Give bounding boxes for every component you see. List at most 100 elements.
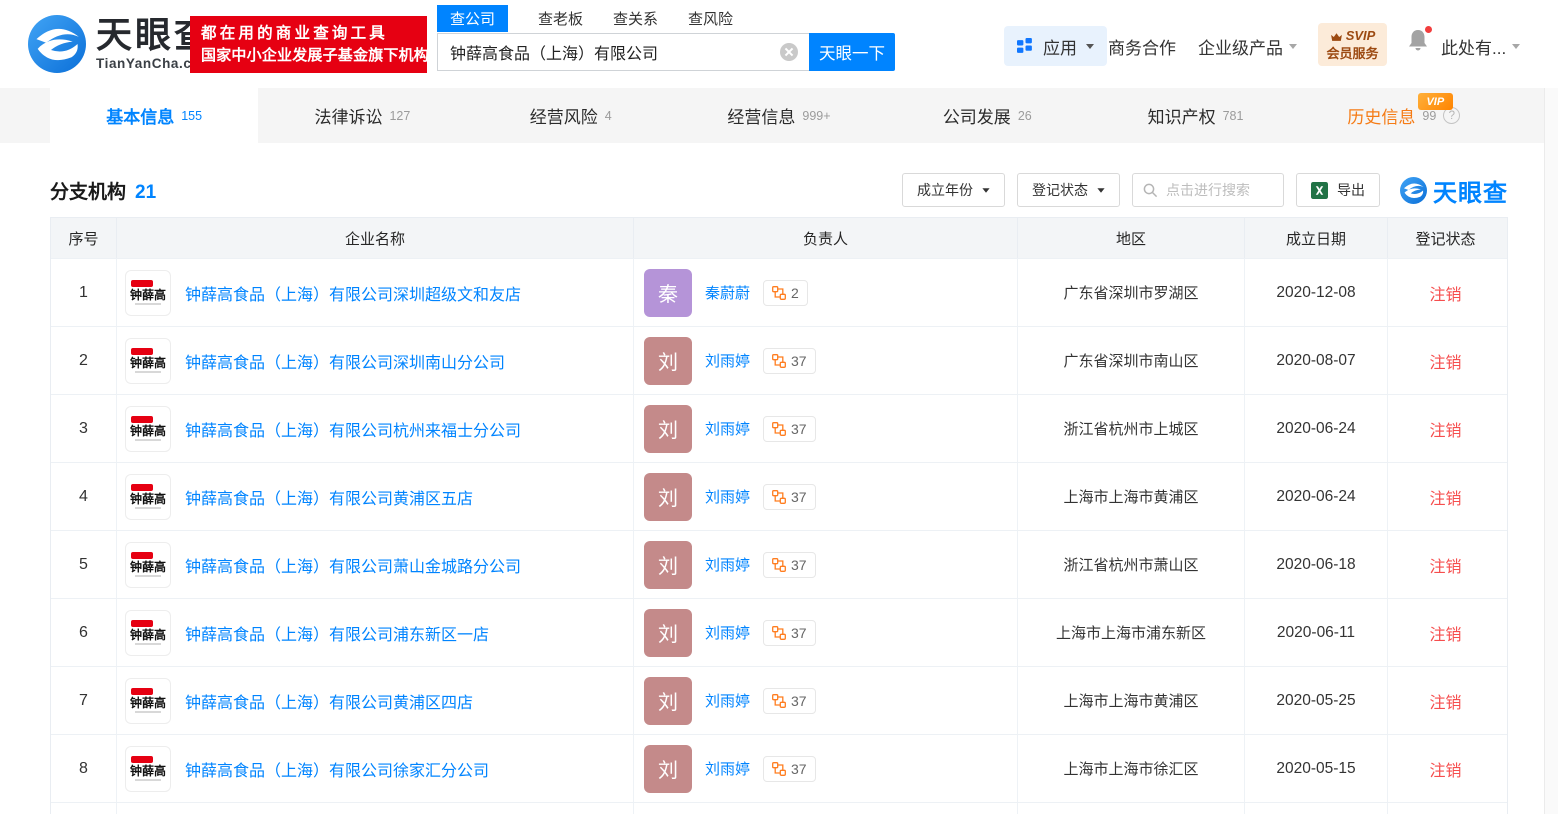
table-row: 3 钟薛高 钟薛高食品（上海）有限公司杭州来福士分公司 刘 刘雨婷 37 [51, 394, 1507, 462]
company-link[interactable]: 钟薛高食品（上海）有限公司萧山金城路分公司 [185, 553, 521, 577]
filter-founding-year[interactable]: 成立年份 [902, 173, 1005, 207]
export-button[interactable]: 导出 [1296, 173, 1380, 207]
person-avatar[interactable]: 刘 [644, 405, 692, 453]
person-avatar[interactable]: 刘 [644, 473, 692, 521]
search-input[interactable] [437, 33, 809, 71]
search-tab[interactable]: 查风险 [688, 8, 733, 29]
person-link[interactable]: 刘雨婷 [705, 758, 750, 779]
search-tab[interactable]: 查公司 [437, 5, 508, 32]
relations-badge[interactable]: 2 [763, 280, 808, 306]
brand-mark [131, 484, 153, 491]
company-logo-text: 钟薛高 [130, 697, 166, 709]
company-link[interactable]: 钟薛高食品（上海）有限公司黄浦区四店 [185, 689, 473, 713]
company-link[interactable]: 钟薛高食品（上海）有限公司浦东新区一店 [185, 621, 489, 645]
relations-badge[interactable]: 37 [763, 620, 816, 646]
svip-member-service[interactable]: SVIP 会员服务 [1318, 23, 1387, 66]
status-badge: 注销 [1388, 395, 1503, 462]
chevron-down-icon [1086, 44, 1094, 49]
search-tab[interactable]: 查老板 [538, 8, 583, 29]
row-number: 5 [51, 531, 117, 598]
company-logo: 钟薛高 [125, 474, 171, 520]
company-logo: 钟薛高 [125, 406, 171, 452]
promo-line2: 国家中小企业发展子基金旗下机构 [201, 45, 416, 67]
person-link[interactable]: 刘雨婷 [705, 622, 750, 643]
search-tab[interactable]: 查关系 [613, 8, 658, 29]
relations-count: 37 [791, 353, 807, 369]
search-tabs: 查公司 查老板 查关系 查风险 [437, 6, 895, 31]
company-logo: 钟薛高 [125, 542, 171, 588]
date-cell: 2020-06-11 [1245, 599, 1388, 666]
company-link[interactable]: 钟薛高食品（上海）有限公司深圳超级文和友店 [185, 281, 521, 305]
main-tabs: 基本信息155法律诉讼127经营风险4经营信息999+公司发展26知识产权781… [0, 88, 1558, 143]
nav-business-label: 商务合作 [1108, 34, 1176, 59]
nav-enterprise-products[interactable]: 企业级产品 [1198, 34, 1297, 59]
notifications-bell[interactable] [1406, 27, 1432, 57]
person-avatar[interactable]: 刘 [644, 745, 692, 793]
person-avatar[interactable]: 刘 [644, 541, 692, 589]
relations-badge[interactable]: 37 [763, 416, 816, 442]
status-badge: 注销 [1388, 463, 1503, 530]
nav-enterprise-label: 企业级产品 [1198, 34, 1283, 59]
region-cell: 上海市上海市黄浦区 [1018, 463, 1245, 530]
status-badge: 注销 [1388, 735, 1503, 802]
watermark-text: 天眼查 [1433, 173, 1508, 208]
relations-badge[interactable]: 37 [763, 348, 816, 374]
company-link[interactable]: 钟薛高食品（上海）有限公司深圳南山分公司 [185, 349, 505, 373]
table-search-input[interactable]: 点击进行搜索 [1132, 173, 1284, 207]
person-link[interactable]: 刘雨婷 [705, 690, 750, 711]
account-menu[interactable]: 此处有... [1441, 34, 1520, 59]
relations-badge[interactable]: 37 [763, 484, 816, 510]
person-link[interactable]: 刘雨婷 [705, 554, 750, 575]
tab-count: 999+ [802, 109, 830, 123]
company-link[interactable]: 钟薛高食品（上海）有限公司黄浦区五店 [185, 485, 473, 509]
tab-item[interactable]: 基本信息155 [50, 88, 258, 143]
company-link[interactable]: 钟薛高食品（上海）有限公司徐家汇分公司 [185, 757, 489, 781]
section-header: 分支机构21 [50, 177, 156, 204]
relations-graph-icon [772, 558, 786, 572]
tab-count: 26 [1018, 109, 1032, 123]
company-logo-text: 钟薛高 [130, 357, 166, 369]
content: 分支机构21 成立年份 登记状态 点击进行搜索 [0, 143, 1558, 814]
relations-badge[interactable]: 37 [763, 552, 816, 578]
date-cell: 2020-06-18 [1245, 531, 1388, 598]
tab-item[interactable]: 法律诉讼127 [258, 88, 466, 143]
tab-label: 基本信息 [106, 103, 174, 128]
chevron-down-icon [1512, 44, 1520, 49]
vertical-scrollbar[interactable] [1544, 88, 1558, 814]
row-number: 8 [51, 735, 117, 802]
tab-item[interactable]: 经营信息999+ [675, 88, 883, 143]
nav-apps[interactable]: 应用 [1004, 26, 1107, 66]
search-button[interactable]: 天眼一下 [809, 33, 895, 71]
person-avatar[interactable]: 刘 [644, 677, 692, 725]
tab-item[interactable]: 公司发展26 [883, 88, 1091, 143]
tab-item[interactable]: VIP历史信息99? [1300, 88, 1508, 143]
apps-grid-icon [1017, 38, 1034, 55]
region-cell: 上海市上海市浦东新区 [1018, 599, 1245, 666]
logo-underline [135, 439, 161, 441]
tianyancha-logo-icon [28, 15, 86, 73]
logo-underline [135, 507, 161, 509]
tab-item[interactable]: 知识产权781 [1091, 88, 1299, 143]
logo-underline [135, 303, 161, 305]
clear-icon[interactable] [780, 43, 798, 61]
company-logo-text: 钟薛高 [130, 765, 166, 777]
relations-badge[interactable]: 37 [763, 688, 816, 714]
person-link[interactable]: 刘雨婷 [705, 486, 750, 507]
person-link[interactable]: 刘雨婷 [705, 350, 750, 371]
table-row: 2 钟薛高 钟薛高食品（上海）有限公司深圳南山分公司 刘 刘雨婷 37 [51, 326, 1507, 394]
region-cell: 浙江省杭州市上城区 [1018, 395, 1245, 462]
filter-registration-status[interactable]: 登记状态 [1017, 173, 1120, 207]
nav-business-cooperation[interactable]: 商务合作 [1108, 34, 1176, 59]
person-avatar[interactable]: 秦 [644, 269, 692, 317]
company-link[interactable]: 钟薛高食品（上海）有限公司杭州来福士分公司 [185, 417, 521, 441]
person-avatar[interactable]: 刘 [644, 337, 692, 385]
relations-count: 37 [791, 557, 807, 573]
person-avatar[interactable]: 刘 [644, 609, 692, 657]
tab-item[interactable]: 经营风险4 [467, 88, 675, 143]
relations-badge[interactable]: 37 [763, 756, 816, 782]
brand-mark [131, 416, 153, 423]
company-logo-text: 钟薛高 [130, 629, 166, 641]
person-link[interactable]: 刘雨婷 [705, 418, 750, 439]
person-link[interactable]: 秦蔚蔚 [705, 282, 750, 303]
table-row: 1 钟薛高 钟薛高食品（上海）有限公司深圳超级文和友店 秦 秦蔚蔚 2 [51, 258, 1507, 326]
